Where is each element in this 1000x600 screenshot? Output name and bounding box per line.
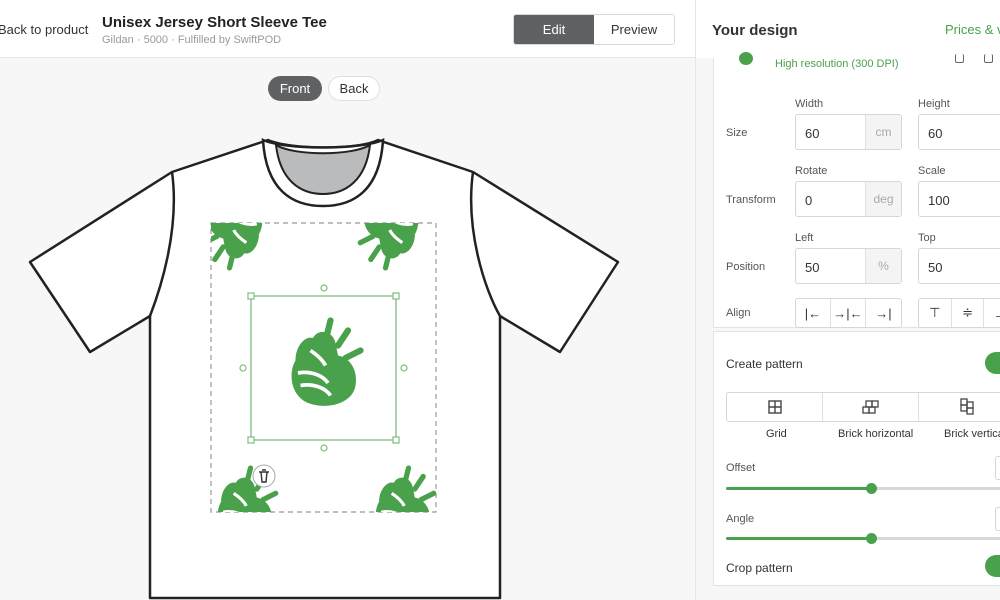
angle-slider[interactable] (726, 533, 1000, 544)
offset-input[interactable] (995, 456, 1000, 480)
design-settings-panel: High resolution (300 DPI) Width Height S… (695, 52, 1000, 600)
layer-thumbnail (739, 52, 753, 65)
height-input[interactable]: 60 c (918, 114, 1000, 150)
left-value: 50 (805, 260, 820, 275)
offset-slider-fill (726, 487, 871, 490)
tab-brick-vertical[interactable]: Brick vertica (944, 428, 1000, 440)
angle-label: Angle (726, 513, 755, 525)
delete-design-button[interactable] (253, 465, 275, 487)
top-value: 50 (928, 260, 943, 275)
position-label: Position (726, 261, 766, 273)
tshirt-mockup (28, 138, 620, 600)
crop-pattern-label: Crop pattern (726, 561, 793, 575)
panel-header: Your design Prices & va (695, 0, 1000, 58)
angle-slider-handle[interactable] (866, 533, 877, 544)
grid-icon[interactable] (727, 393, 823, 421)
align-right-icon[interactable]: →| (866, 299, 901, 327)
crop-pattern-toggle[interactable] (985, 555, 1000, 577)
align-center-horizontal-icon[interactable]: →|← (831, 299, 866, 327)
transform-label: Transform (726, 194, 776, 206)
rotate-label: Rotate (795, 165, 828, 177)
panel-title: Your design (712, 22, 798, 39)
rotate-value: 0 (805, 193, 813, 208)
top-label: Top (918, 232, 936, 244)
offset-slider[interactable] (726, 483, 1000, 494)
layer-action-icon-2[interactable] (984, 54, 993, 63)
create-pattern-toggle[interactable] (985, 352, 1000, 374)
left-input[interactable]: 50 % (795, 248, 902, 284)
edit-button[interactable]: Edit (514, 15, 594, 44)
left-label: Left (795, 232, 814, 244)
create-pattern-label: Create pattern (726, 357, 803, 371)
width-unit: cm (865, 115, 901, 149)
align-label: Align (726, 307, 751, 319)
preview-button[interactable]: Preview (594, 15, 674, 44)
back-to-product-link[interactable]: Back to product (0, 22, 88, 37)
align-left-icon[interactable]: |← (796, 299, 831, 327)
scale-input[interactable]: 100 % (918, 181, 1000, 217)
width-value: 60 (805, 126, 820, 141)
angle-input[interactable] (995, 507, 1000, 531)
scale-value: 100 (928, 193, 950, 208)
brick-vertical-icon[interactable] (919, 393, 1000, 421)
resolution-status: High resolution (300 DPI) (775, 58, 899, 70)
top-input[interactable]: 50 (918, 248, 1000, 284)
tab-brick-horizontal[interactable]: Brick horizontal (838, 428, 913, 440)
vertical-align-group: ⊤ ≑ ⊥ (918, 298, 1000, 328)
product-subtitle: Gildan · 5000 · Fulfilled by SwiftPOD (102, 34, 282, 46)
tab-grid[interactable]: Grid (766, 428, 787, 440)
layer-settings-card: High resolution (300 DPI) Width Height S… (713, 52, 1000, 328)
brick-horizontal-icon[interactable] (823, 393, 919, 421)
offset-slider-handle[interactable] (866, 483, 877, 494)
scale-label: Scale (918, 165, 946, 177)
header: Back to product Unisex Jersey Short Slee… (0, 0, 695, 58)
align-top-icon[interactable]: ⊤ (919, 299, 952, 327)
height-value: 60 (928, 126, 943, 141)
rotate-unit: deg (865, 182, 901, 216)
angle-slider-fill (726, 537, 871, 540)
align-center-vertical-icon[interactable]: ≑ (952, 299, 985, 327)
rotate-input[interactable]: 0 deg (795, 181, 902, 217)
layer-action-icon[interactable] (955, 54, 964, 63)
product-title: Unisex Jersey Short Sleeve Tee (102, 14, 327, 31)
horizontal-align-group: |← →|← →| (795, 298, 902, 328)
prices-variants-link[interactable]: Prices & va (945, 22, 1000, 37)
width-input[interactable]: 60 cm (795, 114, 902, 150)
offset-label: Offset (726, 462, 756, 474)
size-label: Size (726, 127, 748, 139)
width-label: Width (795, 98, 824, 110)
left-unit: % (865, 249, 901, 283)
pattern-settings-card: Create pattern Grid Brick horizontal Bri… (713, 331, 1000, 586)
pattern-type-tabs (726, 392, 1000, 422)
height-label: Height (918, 98, 950, 110)
edit-preview-toggle: Edit Preview (513, 14, 675, 45)
align-bottom-icon[interactable]: ⊥ (984, 299, 1000, 327)
